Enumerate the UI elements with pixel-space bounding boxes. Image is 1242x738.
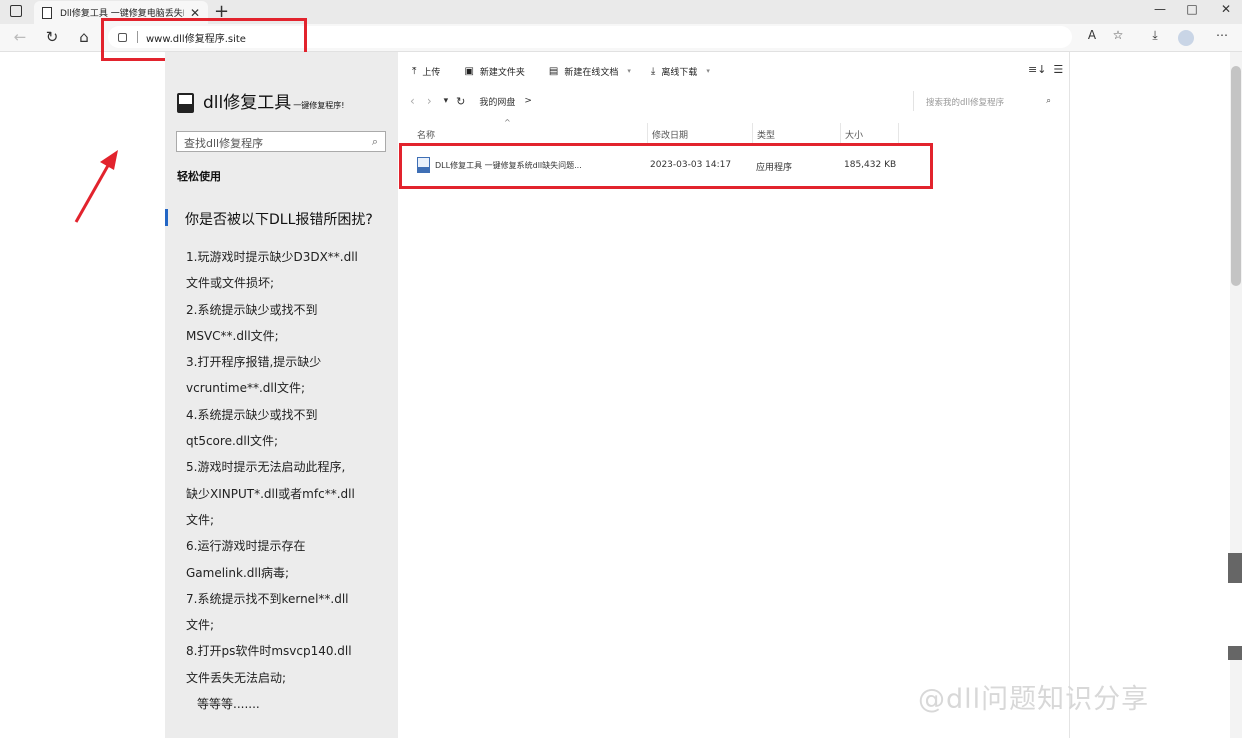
column-divider[interactable] — [840, 123, 841, 143]
column-type[interactable]: 类型 — [757, 128, 775, 141]
chevron-down-icon[interactable]: ▾ — [627, 67, 631, 75]
side-widget[interactable] — [1228, 553, 1242, 660]
back-icon[interactable]: ← — [10, 28, 30, 46]
site-logo[interactable]: dll修复工具 一键修复程序! — [177, 88, 344, 113]
page-favicon-icon — [42, 6, 52, 19]
issue-line: 文件; — [186, 512, 215, 527]
search-icon[interactable]: ⌕ — [372, 135, 378, 148]
column-name[interactable]: 名称 — [417, 128, 435, 141]
history-dropdown-icon[interactable]: ▾ — [444, 96, 449, 106]
issue-line: 7.系统提示找不到kernel**.dll — [186, 591, 349, 606]
site-search-input[interactable]: 查找dll修复程序 ⌕ — [176, 131, 386, 152]
issue-line: 等等等....... — [197, 697, 260, 712]
accent-bar — [165, 209, 168, 226]
download-icon[interactable]: ⤓ — [1145, 28, 1165, 43]
issue-line: 8.打开ps软件时msvcp140.dll — [186, 644, 352, 659]
issue-line: 3.打开程序报错,提示缺少 — [186, 355, 322, 370]
home-icon[interactable]: ⌂ — [74, 28, 94, 46]
document-icon: ▤ — [548, 65, 559, 77]
issue-line: 缺少XINPUT*.dll或者mfc**.dll — [186, 486, 355, 501]
profile-avatar[interactable] — [1178, 30, 1194, 46]
scrollbar-thumb[interactable] — [1231, 66, 1241, 286]
breadcrumb: ‹ › ▾ ↻ 我的网盘 > — [410, 92, 532, 110]
issue-line: MSVC**.dll文件; — [186, 328, 279, 343]
upload-icon: ⤒ — [412, 65, 417, 77]
issue-line: 文件丢失无法启动; — [186, 670, 287, 685]
column-divider[interactable] — [752, 123, 753, 143]
column-size[interactable]: 大小 — [845, 128, 863, 141]
tab-actions-icon[interactable] — [10, 5, 22, 17]
upload-label: 上传 — [422, 67, 441, 78]
up-arrow-annotation — [74, 150, 118, 223]
issue-line: vcruntime**.dll文件; — [186, 381, 306, 396]
drive-search-input[interactable]: 搜索我的dll修复程序 ⌕ — [913, 91, 1063, 111]
site-search-placeholder: 查找dll修复程序 — [184, 137, 264, 150]
issue-line: Gamelink.dll病毒; — [186, 565, 290, 580]
upload-button[interactable]: ⤒ 上传 — [412, 65, 440, 78]
issue-line: 2.系统提示缺少或找不到 — [186, 302, 318, 317]
drive-toolbar: ⤒ 上传 ▣ 新建文件夹 ▤ 新建在线文档 ▾ ⤓ 离线下载 ▾ — [398, 56, 1070, 86]
close-window-icon[interactable]: ✕ — [1206, 0, 1242, 20]
favorite-icon[interactable]: ☆ — [1108, 28, 1128, 42]
breadcrumb-root[interactable]: 我的网盘 — [479, 95, 515, 108]
new-folder-button[interactable]: ▣ 新建文件夹 — [464, 65, 524, 78]
file-highlight-box — [399, 143, 933, 189]
drive-search-placeholder: 搜索我的dll修复程序 — [926, 98, 1005, 108]
breadcrumb-separator: > — [524, 96, 532, 106]
offline-download-button[interactable]: ⤓ 离线下载 ▾ — [651, 65, 710, 78]
issue-line: 6.运行游戏时提示存在 — [186, 539, 306, 554]
read-aloud-icon[interactable]: A — [1082, 28, 1102, 42]
column-divider[interactable] — [647, 123, 648, 143]
new-folder-label: 新建文件夹 — [479, 67, 525, 78]
offline-download-label: 离线下载 — [661, 67, 698, 78]
refresh-icon[interactable]: ↻ — [456, 95, 465, 108]
issue-line: qt5core.dll文件; — [186, 434, 279, 449]
issue-line: 4.系统提示缺少或找不到 — [186, 407, 318, 422]
folder-icon: ▣ — [464, 65, 474, 77]
chevron-down-icon[interactable]: ▾ — [706, 67, 710, 75]
issue-list: 1.玩游戏时提示缺少D3DX**.dll 文件或文件损坏; 2.系统提示缺少或找… — [186, 244, 386, 717]
forward-arrow-icon[interactable]: › — [427, 94, 432, 108]
issue-line: 1.玩游戏时提示缺少D3DX**.dll — [186, 250, 358, 264]
question-heading: 你是否被以下DLL报错所困扰? — [185, 212, 373, 228]
site-title: dll修复工具 — [203, 93, 292, 113]
dll-file-icon — [177, 93, 194, 113]
file-table-header: 名称 修改日期 类型 大小 — [402, 123, 902, 143]
back-arrow-icon[interactable]: ‹ — [410, 94, 415, 108]
watermark: @dll问题知识分享 — [918, 684, 1150, 715]
issue-line: 文件或文件损坏; — [186, 276, 275, 291]
column-divider[interactable] — [898, 123, 899, 143]
easy-use-heading: 轻松使用 — [177, 170, 221, 183]
refresh-icon[interactable]: ↻ — [42, 28, 62, 46]
sort-view-icons[interactable]: ≡↓ ☰ — [1028, 63, 1063, 76]
site-subtitle: 一键修复程序! — [293, 101, 345, 110]
new-online-doc-label: 新建在线文档 — [564, 67, 619, 78]
new-online-doc-button[interactable]: ▤ 新建在线文档 ▾ — [549, 65, 631, 78]
download-icon: ⤓ — [650, 65, 656, 77]
column-modified[interactable]: 修改日期 — [652, 128, 688, 141]
more-menu-icon[interactable]: ⋯ — [1212, 28, 1232, 42]
issue-line: 5.游戏时提示无法启动此程序, — [186, 460, 346, 475]
search-icon[interactable]: ⌕ — [1046, 96, 1051, 106]
issue-line: 文件; — [186, 618, 215, 633]
